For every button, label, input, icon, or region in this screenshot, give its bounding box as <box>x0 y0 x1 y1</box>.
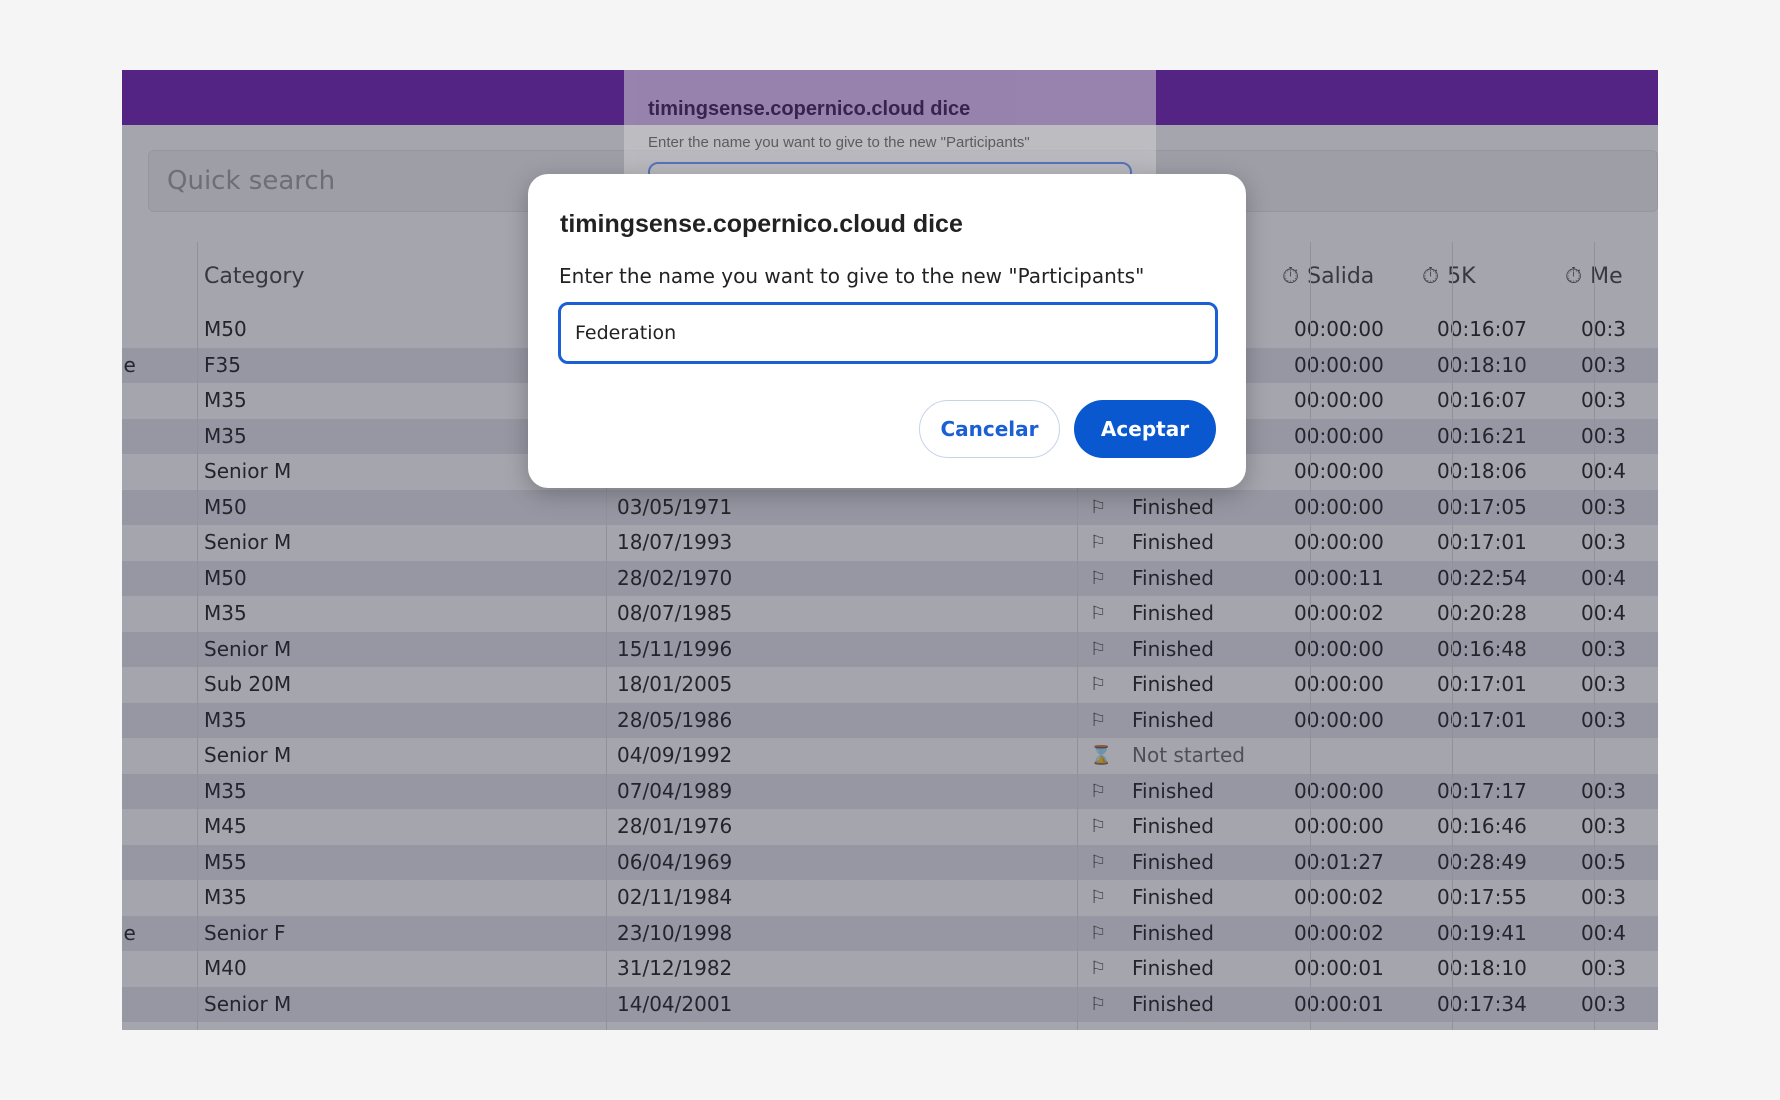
cancel-button[interactable]: Cancelar <box>919 400 1060 458</box>
background-dialog-title: timingsense.copernico.cloud dice <box>648 98 971 120</box>
dialog-title: timingsense.copernico.cloud dice <box>560 210 963 238</box>
accept-button[interactable]: Aceptar <box>1074 400 1216 458</box>
dialog-message: Enter the name you want to give to the n… <box>559 264 1145 288</box>
background-dialog-message: Enter the name you want to give to the n… <box>648 134 1030 151</box>
name-input[interactable] <box>558 302 1218 364</box>
prompt-dialog: timingsense.copernico.cloud dice Enter t… <box>528 174 1246 488</box>
